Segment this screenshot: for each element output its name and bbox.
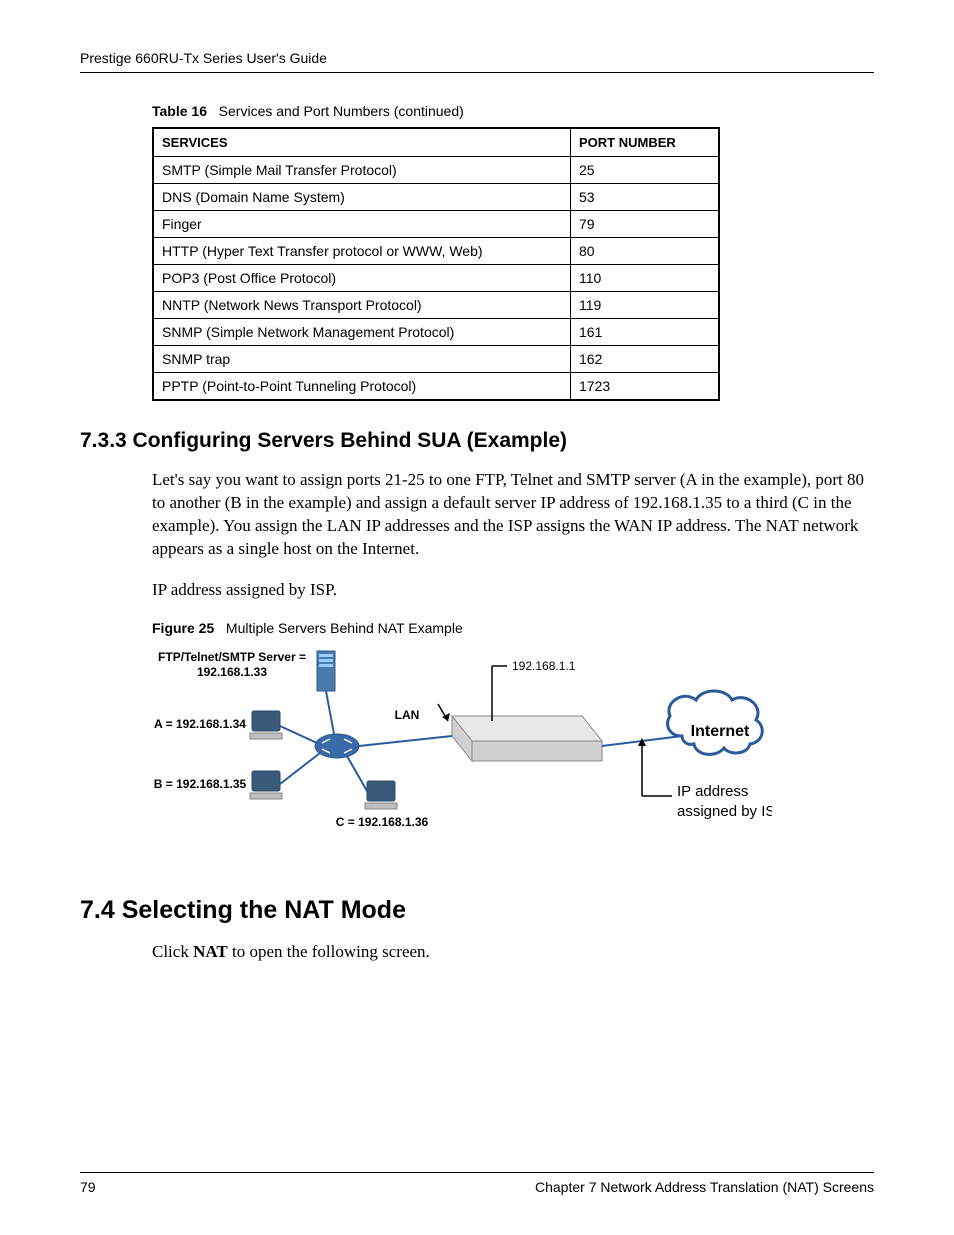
table-row: PPTP (Point-to-Point Tunneling Protocol)… (153, 373, 719, 401)
figure-label: Figure 25 (152, 620, 214, 636)
pc-a-icon (250, 711, 282, 739)
server-ip: 192.168.1.33 (197, 665, 267, 679)
table-row: SNMP trap162 (153, 346, 719, 373)
heading-7-3-3: 7.3.3 Configuring Servers Behind SUA (Ex… (80, 429, 874, 453)
col-services: SERVICES (153, 128, 571, 157)
lan-label: LAN (395, 708, 420, 722)
host-a-label: A = 192.168.1.34 (154, 717, 246, 731)
figure-25: FTP/Telnet/SMTP Server = 192.168.1.33 A … (152, 646, 772, 856)
router-icon (452, 716, 602, 761)
host-c-label: C = 192.168.1.36 (336, 815, 429, 829)
col-port: PORT NUMBER (571, 128, 720, 157)
figure-caption: Figure 25 Multiple Servers Behind NAT Ex… (152, 620, 874, 636)
server-icon (317, 651, 335, 691)
table-row: SMTP (Simple Mail Transfer Protocol)25 (153, 157, 719, 184)
heading-7-4: 7.4 Selecting the NAT Mode (80, 896, 874, 925)
switch-icon (315, 734, 359, 758)
body-paragraph: Let's say you want to assign ports 21-25… (152, 469, 874, 561)
body-paragraph: Click NAT to open the following screen. (152, 941, 874, 964)
nat-bold: NAT (193, 942, 228, 961)
table-caption-text: Services and Port Numbers (continued) (219, 103, 464, 119)
page-footer: 79 Chapter 7 Network Address Translation… (80, 1172, 874, 1195)
table-row: Finger79 (153, 211, 719, 238)
body-paragraph: IP address assigned by ISP. (152, 579, 874, 602)
router-ip-label: 192.168.1.1 (512, 659, 576, 673)
table-row: HTTP (Hyper Text Transfer protocol or WW… (153, 238, 719, 265)
table-caption: Table 16 Services and Port Numbers (cont… (152, 103, 874, 119)
table-row: SNMP (Simple Network Management Protocol… (153, 319, 719, 346)
table-label: Table 16 (152, 103, 207, 119)
host-b-label: B = 192.168.1.35 (154, 777, 247, 791)
server-label: FTP/Telnet/SMTP Server = (158, 650, 306, 664)
figure-caption-text: Multiple Servers Behind NAT Example (226, 620, 463, 636)
isp-label-2: assigned by ISP. (677, 803, 772, 820)
table-row: NNTP (Network News Transport Protocol)11… (153, 292, 719, 319)
internet-label: Internet (691, 723, 750, 740)
page-number: 79 (80, 1179, 96, 1195)
table-row: DNS (Domain Name System)53 (153, 184, 719, 211)
table-row: POP3 (Post Office Protocol)110 (153, 265, 719, 292)
services-table: SERVICES PORT NUMBER SMTP (Simple Mail T… (152, 127, 720, 401)
chapter-label: Chapter 7 Network Address Translation (N… (535, 1179, 874, 1195)
page-header: Prestige 660RU-Tx Series User's Guide (80, 50, 874, 73)
pc-c-icon (365, 781, 397, 809)
isp-label-1: IP address (677, 783, 748, 800)
pc-b-icon (250, 771, 282, 799)
